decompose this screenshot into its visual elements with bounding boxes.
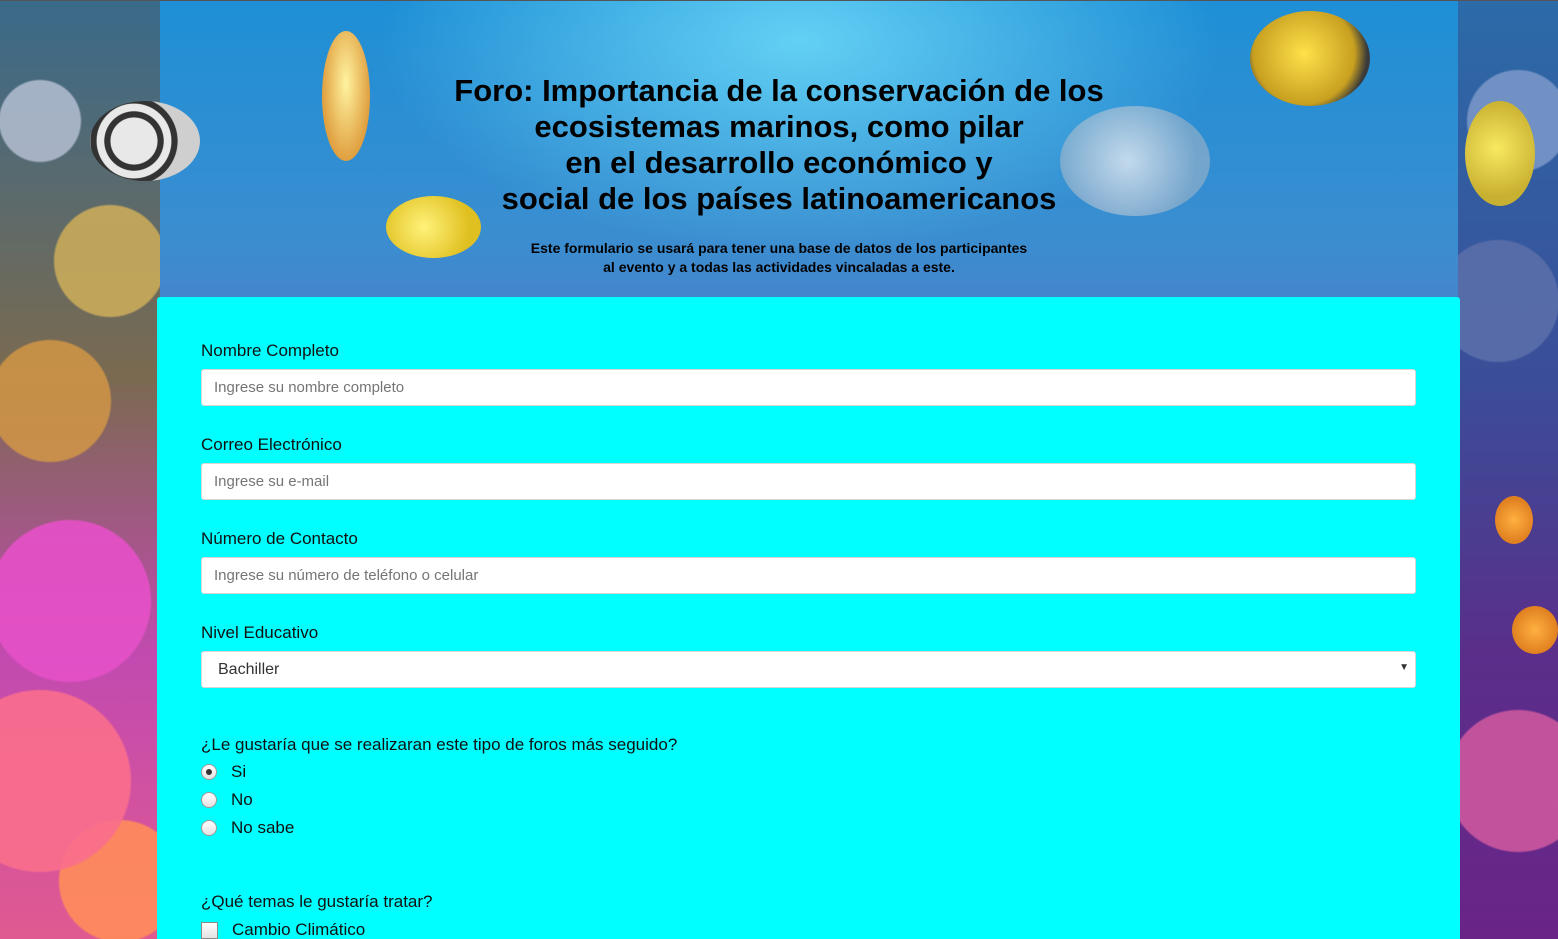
- full-name-label: Nombre Completo: [201, 341, 339, 360]
- page-description-line: Este formulario se usará para tener una …: [530, 240, 1028, 256]
- page-title: Foro: Importancia de la conservación de …: [399, 73, 1159, 217]
- email-label: Correo Electrónico: [201, 435, 342, 454]
- phone-label: Número de Contacto: [201, 529, 358, 548]
- frequency-option-no-sabe[interactable]: No sabe: [201, 818, 294, 838]
- page-title-line: social de los países latinoamericanos: [501, 181, 1057, 216]
- frequency-option-no[interactable]: No: [201, 790, 253, 810]
- page: Foro: Importancia de la conservación de …: [0, 0, 1558, 939]
- page-description-line: al evento y a todas las actividades vinc…: [603, 259, 955, 275]
- page-title-line: en el desarrollo económico y: [565, 145, 993, 180]
- page-title-line: ecosistemas marinos, como pilar: [534, 109, 1024, 144]
- radio-button-checked[interactable]: [201, 764, 217, 780]
- fish-decoration: [1512, 606, 1558, 654]
- frequency-option-label: No: [231, 790, 253, 809]
- frequency-option-label: Si: [231, 762, 247, 781]
- frequency-option-label: No sabe: [231, 818, 295, 837]
- chevron-down-icon: ▼: [1399, 662, 1409, 673]
- radio-button[interactable]: [201, 820, 217, 836]
- topic-option-cambio-climatico[interactable]: Cambio Climático: [201, 920, 365, 939]
- full-name-input[interactable]: [201, 369, 1416, 406]
- education-level-selected-value: Bachiller: [218, 661, 280, 678]
- education-level-label: Nivel Educativo: [201, 623, 319, 642]
- radio-button[interactable]: [201, 792, 217, 808]
- page-title-line: Foro: Importancia de la conservación de …: [454, 73, 1104, 108]
- topics-question: ¿Qué temas le gustaría tratar?: [201, 892, 433, 911]
- frequency-option-si[interactable]: Si: [201, 762, 246, 782]
- page-description: Este formulario se usará para tener una …: [459, 239, 1099, 277]
- page-header: Foro: Importancia de la conservación de …: [0, 1, 1558, 277]
- phone-input[interactable]: [201, 557, 1416, 594]
- checkbox[interactable]: [201, 921, 218, 939]
- fish-decoration: [1495, 496, 1533, 544]
- registration-form: Nombre Completo Correo Electrónico Númer…: [157, 297, 1460, 939]
- education-level-select[interactable]: Bachiller ▼: [201, 651, 1416, 688]
- forum-frequency-question: ¿Le gustaría que se realizaran este tipo…: [201, 735, 678, 754]
- email-input[interactable]: [201, 463, 1416, 500]
- topic-option-label: Cambio Climático: [232, 920, 366, 939]
